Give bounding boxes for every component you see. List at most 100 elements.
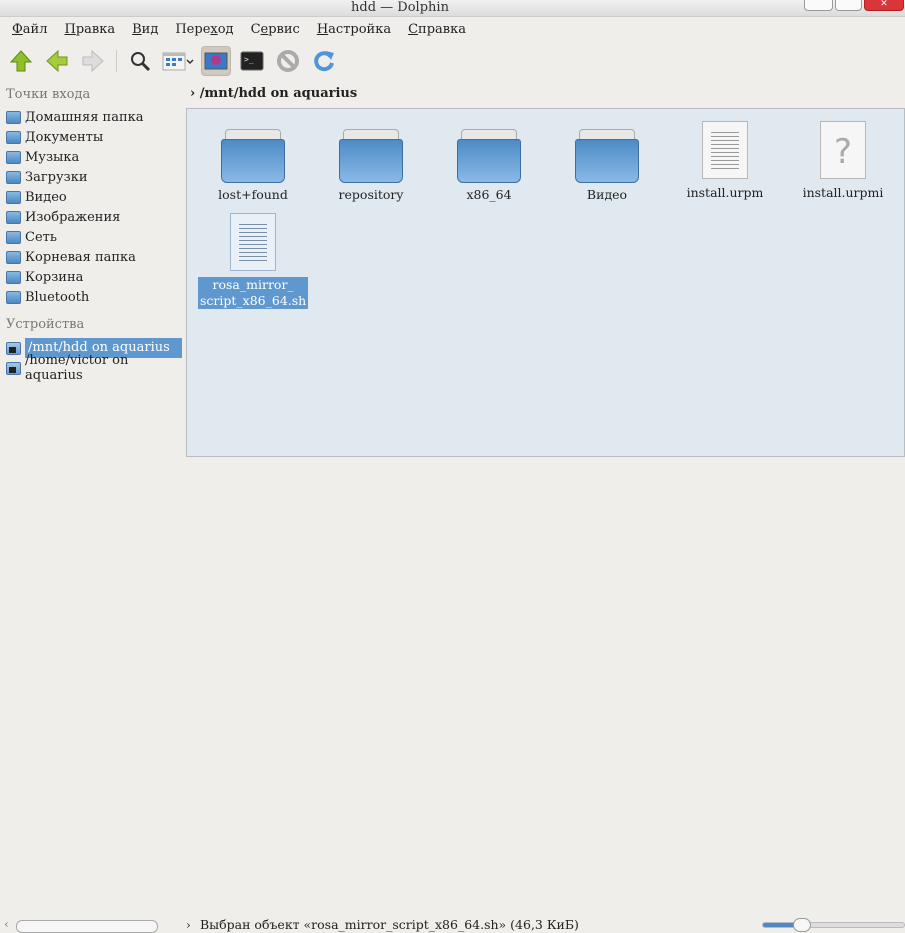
sidebar-scrollbar[interactable] [16, 920, 158, 933]
minimize-button[interactable] [804, 0, 833, 11]
menu-2[interactable]: Правка [64, 18, 115, 42]
forward-button[interactable] [78, 46, 108, 76]
drive-icon [6, 341, 21, 355]
sidebar-item[interactable]: Загрузки [6, 167, 182, 187]
status-text: Выбран объект «rosa_mirror_script_x86_64… [200, 917, 579, 932]
folder-item[interactable]: repository [316, 121, 426, 203]
preview-icon [204, 52, 228, 70]
reload-icon [314, 51, 334, 72]
file-name: repository [338, 187, 404, 202]
sidebar-item-label: Музыка [25, 149, 80, 165]
sidebar-item[interactable]: Корзина [6, 267, 182, 287]
folder-icon [575, 129, 639, 183]
folder-icon [6, 150, 21, 164]
sidebar-item-label: Загрузки [25, 169, 88, 185]
section-header: Точки входа [6, 87, 91, 102]
chevron-right-icon: › [186, 918, 191, 932]
file-item[interactable]: rosa_mirror_ script_x86_64.sh [198, 213, 309, 309]
folder-icon [6, 250, 21, 264]
unknown-file-icon: ? [820, 121, 866, 179]
scroll-left-icon[interactable]: ‹ [4, 917, 9, 931]
sidebar-item[interactable]: /home/victor on aquarius [6, 353, 182, 383]
folder-item[interactable]: Видео [552, 121, 662, 203]
file-name: install.urpm [686, 185, 764, 200]
window-title: hdd — Dolphin [351, 0, 449, 15]
title-bar: hdd — Dolphin ✕ [0, 0, 905, 17]
sidebar-item-label: Домашняя папка [25, 109, 144, 125]
forward-icon [82, 49, 104, 73]
sidebar-item-label: Сеть [25, 229, 57, 245]
breadcrumb[interactable]: › /mnt/hdd on aquarius [190, 85, 357, 103]
breadcrumb-path[interactable]: /mnt/hdd on aquarius [200, 86, 357, 101]
sidebar-item[interactable]: Изображения [6, 207, 182, 227]
menu-6[interactable]: Настройка [317, 18, 391, 42]
menu-4[interactable]: Переход [175, 18, 233, 42]
folder-icon [6, 130, 21, 144]
terminal-button[interactable]: >_ [237, 46, 267, 76]
script-file-icon [230, 213, 276, 271]
sidebar-item[interactable]: Документы [6, 127, 182, 147]
close-button[interactable]: ✕ [864, 0, 904, 11]
sidebar-item[interactable]: Сеть [6, 227, 182, 247]
sidebar-item-label: Видео [25, 189, 67, 205]
search-button[interactable] [125, 46, 155, 76]
terminal-icon: >_ [240, 51, 264, 71]
stop-icon [277, 50, 299, 72]
sidebar-item[interactable]: Музыка [6, 147, 182, 167]
places-panel: Точки входа Домашняя папка Документы Музыка… [0, 84, 183, 456]
back-button[interactable] [42, 46, 72, 76]
folder-icon [339, 129, 403, 183]
up-icon [9, 50, 33, 72]
folder-icon [6, 270, 21, 284]
up-button[interactable] [6, 46, 36, 76]
back-icon [46, 49, 68, 73]
status-bar: ‹ › Выбран объект «rosa_mirror_script_x8… [0, 458, 905, 933]
preview-button[interactable] [201, 46, 231, 76]
zoom-slider[interactable] [762, 918, 905, 932]
menu-bar: Файл Правка Вид Переход Сервис Настройка Справ… [0, 18, 905, 42]
sidebar-item-label: /home/victor on aquarius [25, 353, 129, 383]
reload-button[interactable] [309, 46, 339, 76]
menu-3[interactable]: Вид [132, 18, 158, 42]
sidebar-item[interactable]: Домашняя папка [6, 107, 182, 127]
file-name: lost+found [218, 187, 288, 202]
maximize-button[interactable] [835, 0, 862, 11]
folder-icon [221, 129, 285, 183]
menu-1[interactable]: Файл [12, 18, 47, 42]
file-item[interactable]: install.urpm [670, 121, 780, 201]
menu-5[interactable]: Сервис [251, 18, 300, 42]
sidebar-item[interactable]: Видео [6, 187, 182, 207]
toolbar-separator [116, 50, 117, 72]
menu-7[interactable]: Справка [408, 18, 466, 42]
section-header: Устройства [6, 317, 85, 332]
folder-icon [6, 290, 21, 304]
file-item[interactable]: ? install.urpmi [788, 121, 898, 201]
folder-item[interactable]: lost+found [198, 121, 308, 203]
stop-button[interactable] [273, 46, 303, 76]
text-file-icon [702, 121, 748, 179]
drive-icon [6, 361, 21, 375]
folder-icon [6, 170, 21, 184]
folder-icon [6, 210, 21, 224]
folder-icon [6, 190, 21, 204]
sidebar-item-label: Документы [25, 129, 104, 145]
sidebar-item-label: Изображения [25, 209, 121, 225]
file-name: x86_64 [466, 187, 512, 202]
folder-item[interactable]: x86_64 [434, 121, 544, 203]
toolbar: >_ [6, 44, 339, 78]
file-name: install.urpmi [802, 185, 884, 200]
folder-icon [457, 129, 521, 183]
svg-text:>_: >_ [244, 55, 254, 64]
sidebar-item-label: Bluetooth [25, 289, 90, 305]
view-mode-button[interactable] [161, 46, 195, 76]
folder-icon [6, 110, 21, 124]
sidebar-item[interactable]: Корневая папка [6, 247, 182, 267]
sidebar-item[interactable]: Bluetooth [6, 287, 182, 307]
file-name: Видео [586, 187, 628, 202]
search-icon [131, 52, 151, 72]
file-view[interactable]: lost+found repository x86_64 Видео install.u… [186, 108, 905, 457]
view-mode-icon [162, 52, 194, 71]
sidebar-item-label: Корзина [25, 269, 84, 285]
file-name: rosa_mirror_ script_x86_64.sh [198, 277, 309, 309]
folder-icon [6, 230, 21, 244]
